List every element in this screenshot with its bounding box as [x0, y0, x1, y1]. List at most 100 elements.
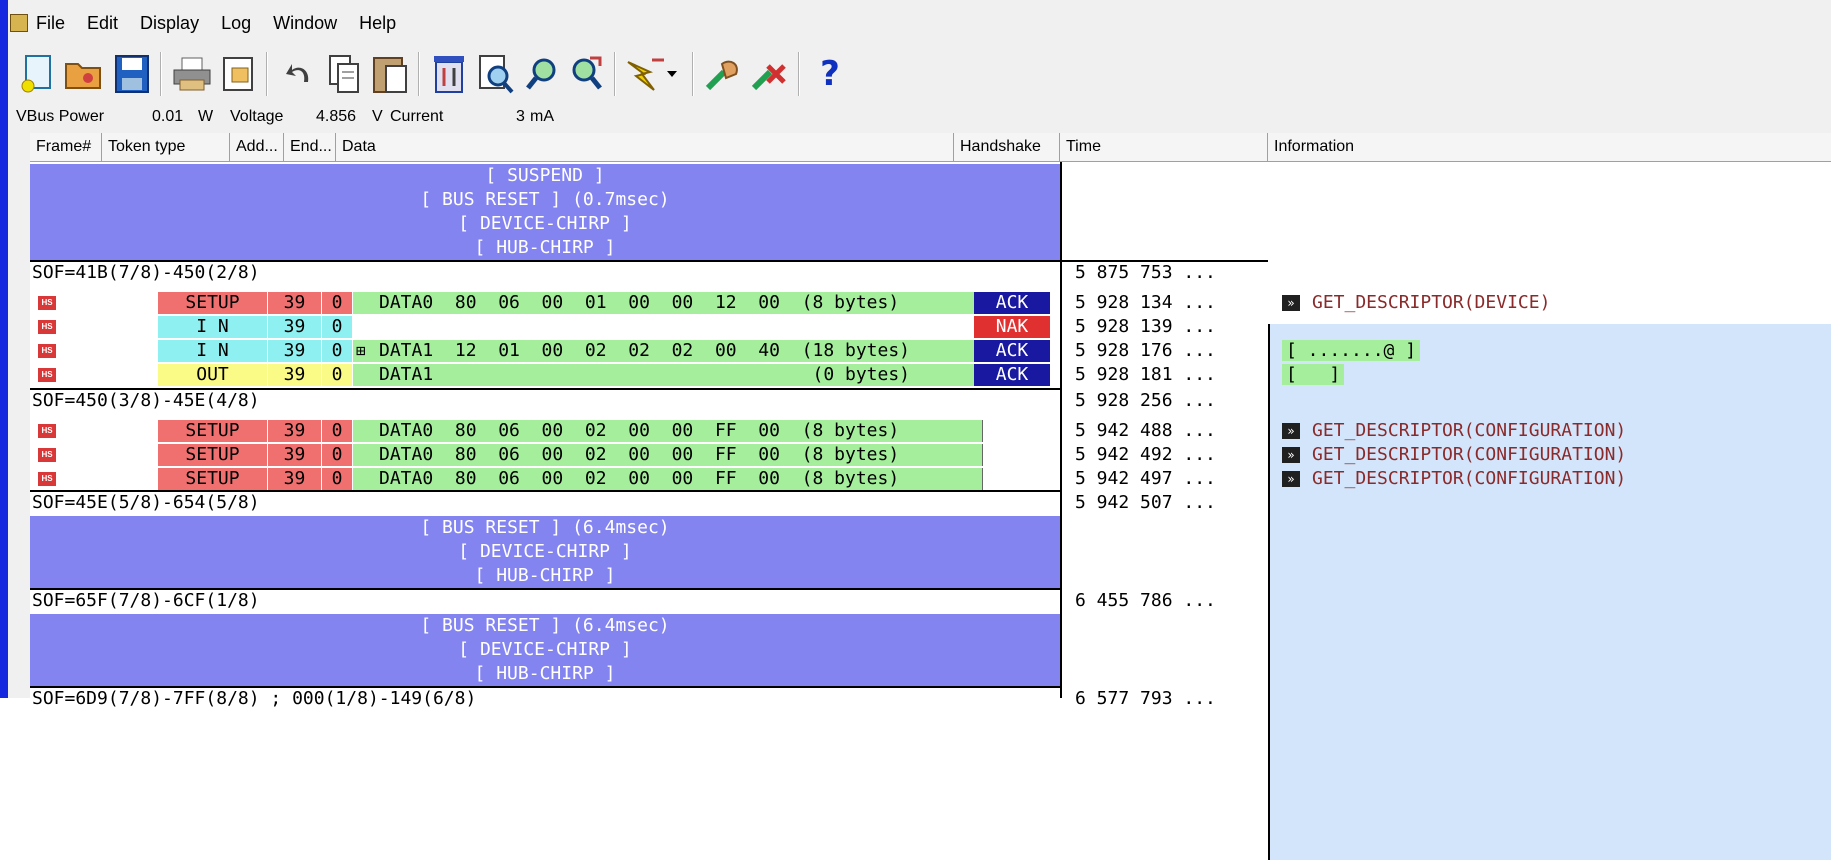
hub-chirp-row[interactable]: [ HUB-CHIRP ] [30, 662, 1060, 686]
info-cell: [ ] [1282, 364, 1345, 385]
data-cell[interactable]: DATA1 12 01 00 02 02 02 00 40 (18 bytes) [353, 340, 983, 362]
menu-display[interactable]: Display [140, 13, 199, 34]
chevron-down-icon[interactable] [660, 50, 684, 98]
voltage-value: 4.856 [316, 108, 357, 125]
vbus-status-bar: VBus Power 0.01 W Voltage 4.856 V Curren… [8, 102, 1831, 132]
token-cell[interactable]: OUT [158, 364, 268, 386]
device-chirp-row[interactable]: [ DEVICE-CHIRP ] [30, 212, 1060, 236]
hub-chirp-row[interactable]: [ HUB-CHIRP ] [30, 564, 1060, 588]
window-left-edge [0, 0, 8, 698]
address-cell: 39 [268, 364, 322, 386]
sof-row[interactable]: SOF=65F(7/8)-6CF(1/8) [32, 590, 260, 611]
trace-content[interactable]: [ SUSPEND ] [ BUS RESET ] (0.7msec) [ DE… [30, 162, 1831, 860]
bus-reset-row[interactable]: [ BUS RESET ] (6.4msec) [30, 614, 1060, 638]
sof-row[interactable]: SOF=41B(7/8)-450(2/8) [32, 262, 260, 283]
information-panel [1268, 324, 1831, 860]
data-cell[interactable]: DATA0 80 06 00 01 00 00 12 00 (8 bytes) [353, 292, 983, 314]
toolbar-separator [692, 52, 694, 96]
find-prev-icon[interactable] [562, 50, 610, 98]
toolbar-separator [418, 52, 420, 96]
column-header-frame[interactable]: Frame# [30, 133, 102, 161]
menu-help[interactable]: Help [359, 13, 396, 34]
open-folder-icon[interactable] [60, 50, 108, 98]
endpoint-cell: 0 [322, 340, 353, 362]
handshake-ack: ACK [974, 364, 1050, 386]
menu-edit[interactable]: Edit [87, 13, 118, 34]
menu-file[interactable]: File [36, 13, 65, 34]
column-header-information[interactable]: Information [1268, 133, 1831, 161]
toolbar: ? [8, 46, 1831, 102]
stop-icon[interactable] [746, 50, 794, 98]
info-cell: GET_DESCRIPTOR(CONFIGURATION) [1312, 444, 1627, 465]
sof-row[interactable]: SOF=6D9(7/8)-7FF(8/8) ; 000(1/8)-149(6/8… [32, 688, 476, 709]
print-preview-icon[interactable] [214, 50, 262, 98]
time-cell: 5 942 507 ... [1075, 492, 1216, 513]
handshake-ack: ACK [974, 340, 1050, 362]
handshake-ack: ACK [974, 292, 1050, 314]
endpoint-cell: 0 [322, 468, 353, 490]
hs-badge-icon: HS [38, 448, 56, 462]
voltage-unit: V [372, 108, 383, 125]
record-icon[interactable] [700, 50, 748, 98]
find-next-icon[interactable] [518, 50, 566, 98]
time-cell: 5 928 139 ... [1075, 316, 1216, 337]
data-cell[interactable]: DATA0 80 06 00 02 00 00 FF 00 (8 bytes) [353, 468, 983, 490]
decode-arrow-icon[interactable]: » [1282, 447, 1300, 463]
bus-reset-row[interactable]: [ BUS RESET ] (0.7msec) [30, 188, 1060, 212]
hs-badge-icon: HS [38, 320, 56, 334]
column-header-time[interactable]: Time [1060, 133, 1268, 161]
device-chirp-row[interactable]: [ DEVICE-CHIRP ] [30, 540, 1060, 564]
menu-window[interactable]: Window [273, 13, 337, 34]
token-cell[interactable]: SETUP [158, 292, 268, 314]
help-icon[interactable]: ? [806, 50, 854, 98]
address-cell: 39 [268, 340, 322, 362]
print-icon[interactable] [168, 50, 216, 98]
bus-reset-row[interactable]: [ BUS RESET ] (6.4msec) [30, 516, 1060, 540]
sof-row[interactable]: SOF=45E(5/8)-654(5/8) [32, 492, 260, 513]
time-cell: 5 942 488 ... [1075, 420, 1216, 441]
token-cell[interactable]: I N [158, 340, 268, 362]
endpoint-cell: 0 [322, 292, 353, 314]
column-header-token-type[interactable]: Token type [102, 133, 230, 161]
time-cell: 5 928 256 ... [1075, 390, 1216, 411]
time-cell: 6 577 793 ... [1075, 688, 1216, 709]
vbus-power-value: 0.01 [152, 108, 184, 125]
save-icon[interactable] [108, 50, 156, 98]
info-cell: [ .......@ ] [1282, 340, 1421, 361]
hs-badge-icon: HS [38, 368, 56, 382]
column-header-address[interactable]: Add... [230, 133, 284, 161]
decode-arrow-icon[interactable]: » [1282, 471, 1300, 487]
time-cell: 5 928 181 ... [1075, 364, 1216, 385]
new-file-icon[interactable] [14, 50, 62, 98]
data-cell[interactable]: DATA0 80 06 00 02 00 00 FF 00 (8 bytes) [353, 420, 983, 442]
token-cell[interactable]: I N [158, 316, 268, 338]
token-cell[interactable]: SETUP [158, 468, 268, 490]
column-header-handshake[interactable]: Handshake [954, 133, 1060, 161]
copy-icon[interactable] [320, 50, 368, 98]
menu-log[interactable]: Log [221, 13, 251, 34]
search-icon[interactable] [472, 50, 520, 98]
token-cell[interactable]: SETUP [158, 444, 268, 466]
hub-chirp-row[interactable]: [ HUB-CHIRP ] [30, 236, 1060, 260]
data-cell[interactable]: DATA1 (0 bytes) [353, 364, 983, 386]
vbus-power-unit: W [198, 108, 214, 125]
address-cell: 39 [268, 468, 322, 490]
expand-plus-icon[interactable]: ⊞ [356, 340, 366, 362]
data-cell[interactable]: DATA0 80 06 00 02 00 00 FF 00 (8 bytes) [353, 444, 983, 466]
undo-icon[interactable] [276, 50, 324, 98]
help-glyph: ? [820, 54, 840, 94]
column-header-endpoint[interactable]: End... [284, 133, 336, 161]
decode-arrow-icon[interactable]: » [1282, 295, 1300, 311]
device-chirp-row[interactable]: [ DEVICE-CHIRP ] [30, 638, 1060, 662]
suspend-row[interactable]: [ SUSPEND ] [30, 164, 1060, 188]
column-header-data[interactable]: Data [336, 133, 954, 161]
current-value: 3 [516, 108, 525, 125]
sof-row[interactable]: SOF=450(3/8)-45E(4/8) [32, 390, 260, 411]
paste-icon[interactable] [366, 50, 414, 98]
endpoint-cell: 0 [322, 420, 353, 442]
settings-icon[interactable] [426, 50, 474, 98]
address-cell: 39 [268, 420, 322, 442]
decode-arrow-icon[interactable]: » [1282, 423, 1300, 439]
token-cell[interactable]: SETUP [158, 420, 268, 442]
app-icon[interactable] [10, 14, 28, 32]
